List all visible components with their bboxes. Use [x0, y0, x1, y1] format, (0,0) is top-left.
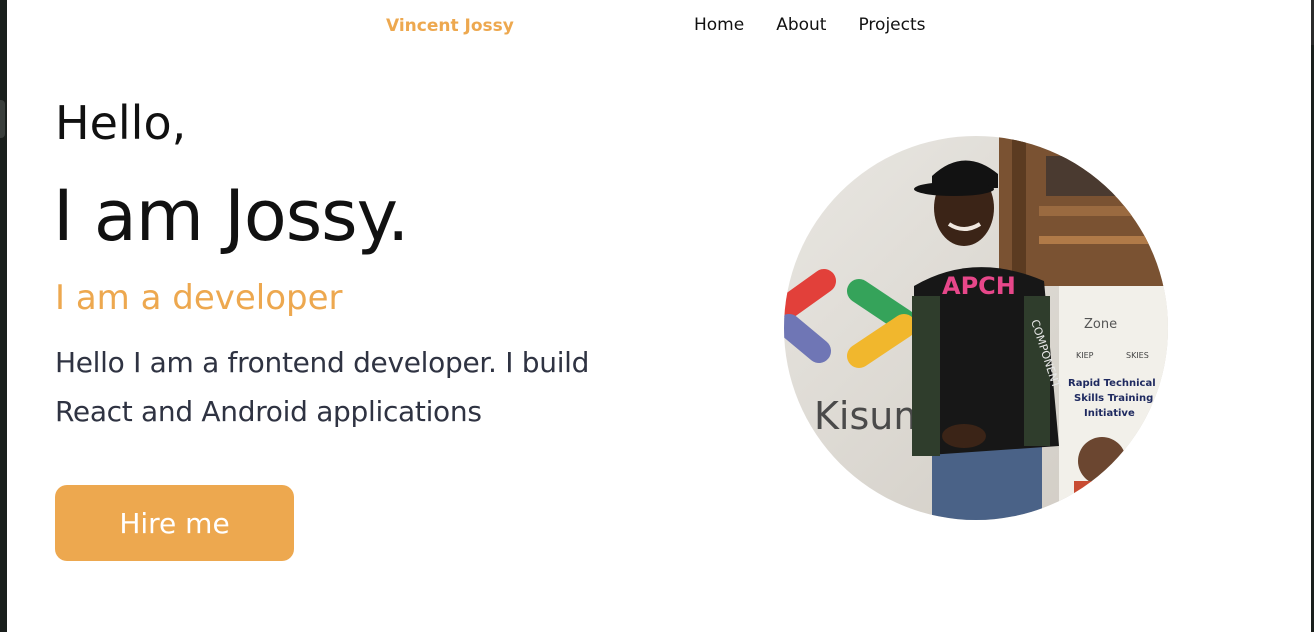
nav-links: Home About Projects: [694, 15, 926, 35]
banner-kiep-text: KIEP: [1076, 351, 1094, 360]
profile-photo: Zone KIEP SKIES Rapid Technical Skills T…: [784, 136, 1168, 520]
window-left-edge: [0, 0, 7, 632]
shirt-text: APCH: [942, 272, 1016, 300]
hero-name: I am Jossy.: [53, 175, 409, 257]
banner-skies-text: SKIES: [1126, 351, 1149, 360]
hero-description: Hello I am a frontend developer. I build…: [55, 346, 590, 428]
banner-line-2: Skills Training: [1074, 393, 1153, 404]
banner-line-3: Initiative: [1084, 408, 1135, 419]
hero-greeting: Hello,: [55, 96, 187, 150]
hire-me-button[interactable]: Hire me: [55, 485, 294, 561]
brand-logo[interactable]: Vincent Jossy: [386, 16, 514, 36]
nav-home-link[interactable]: Home: [694, 15, 744, 35]
banner-zone-text: Zone: [1084, 317, 1117, 332]
nav-projects-link[interactable]: Projects: [858, 15, 925, 35]
banner-line-1: Rapid Technical: [1068, 378, 1156, 389]
hero-role: I am a developer: [55, 278, 343, 318]
nav-about-link[interactable]: About: [776, 15, 826, 35]
window-edge-handle: [0, 100, 5, 138]
